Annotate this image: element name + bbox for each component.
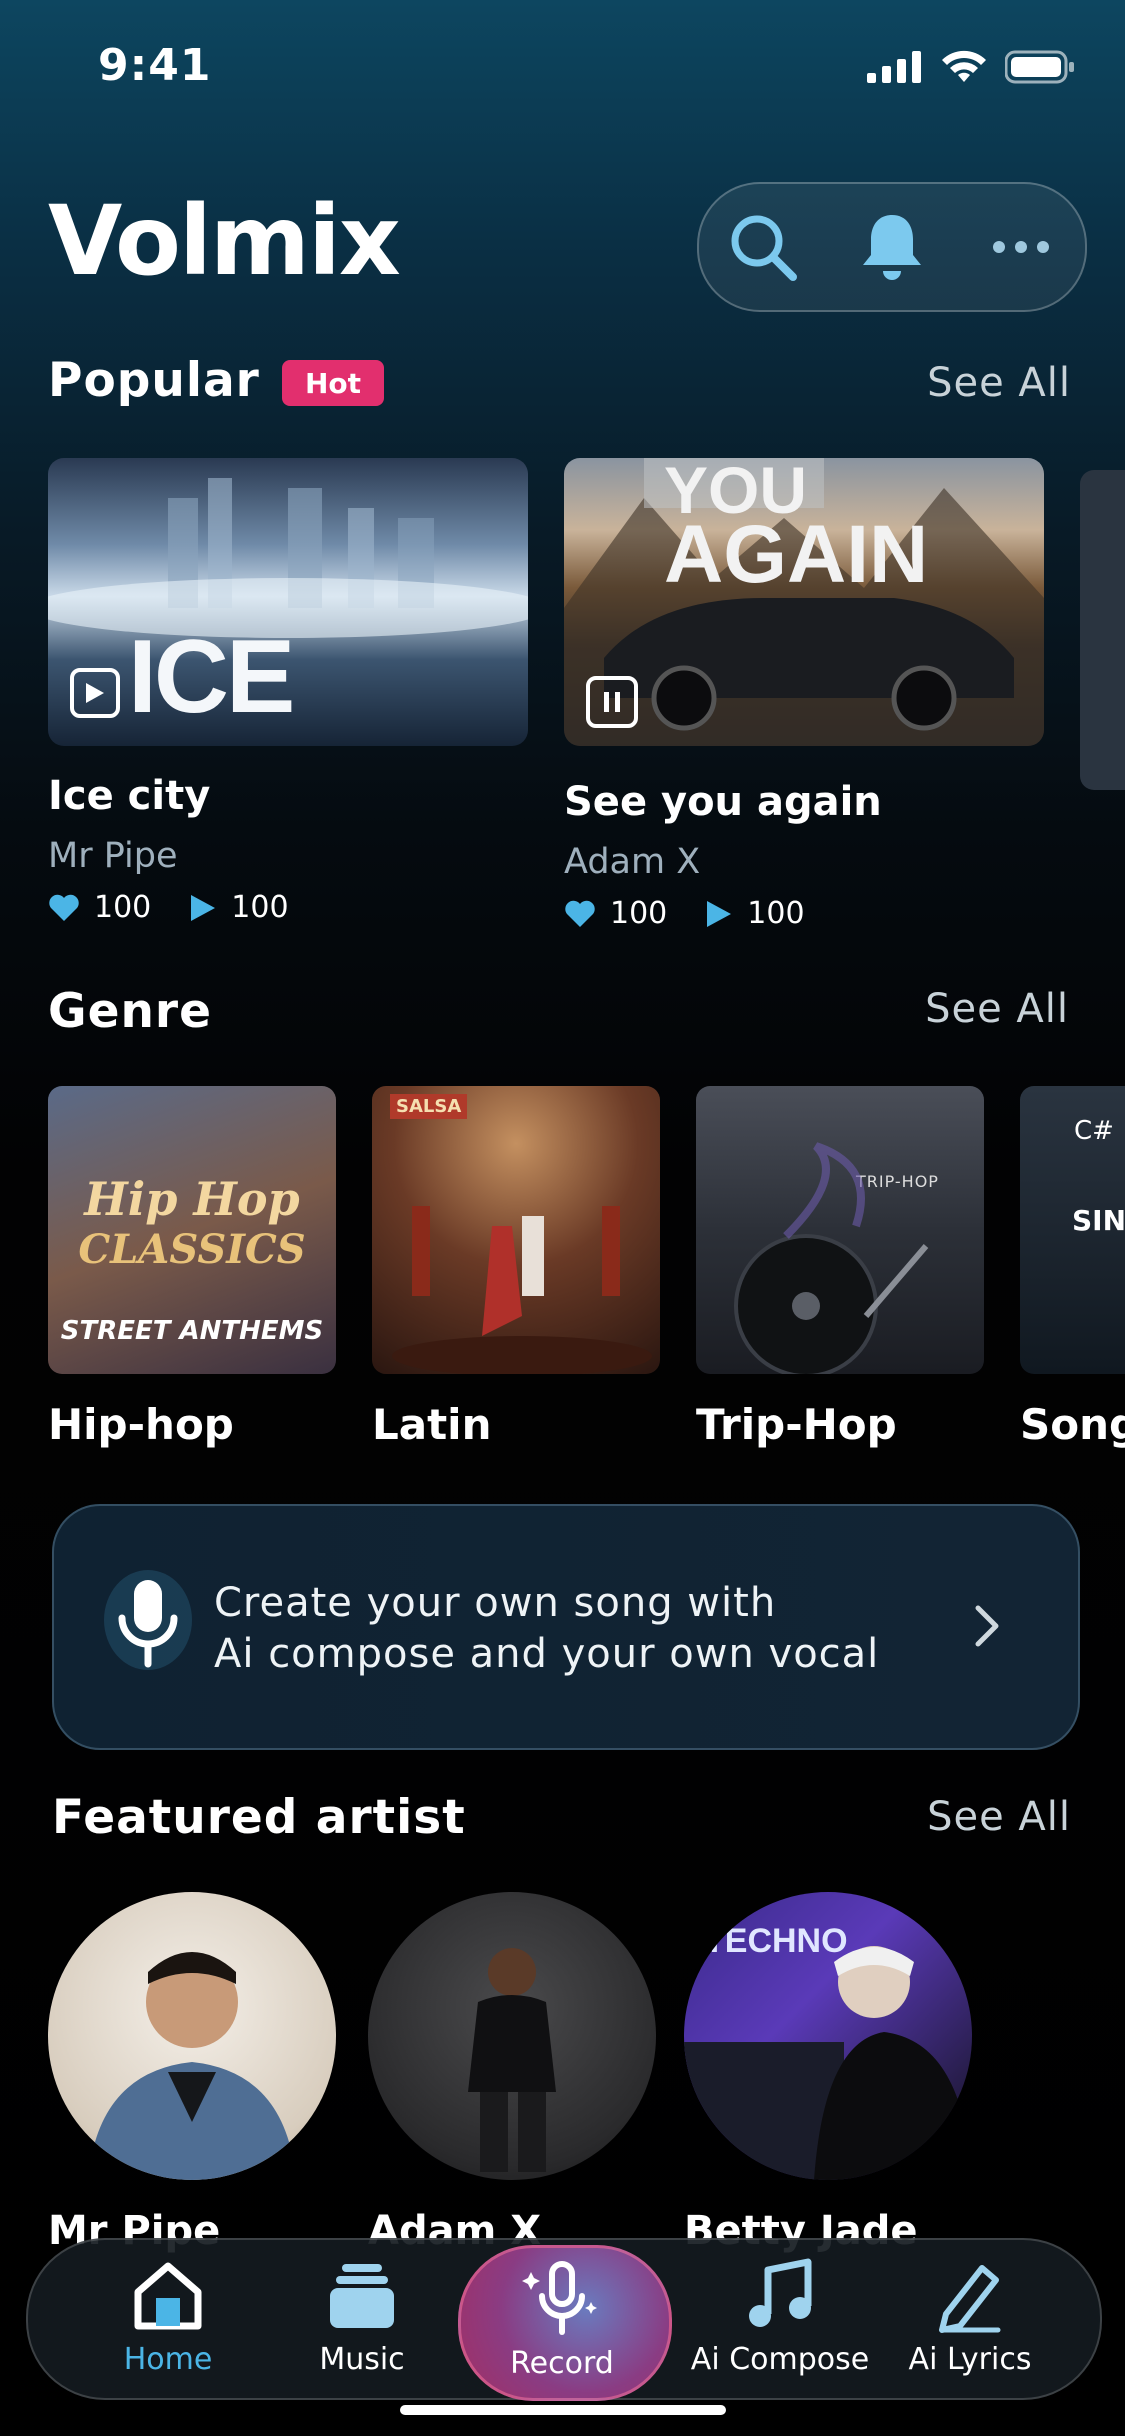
artist-portrait xyxy=(88,1952,296,2180)
wifi-icon xyxy=(942,50,986,82)
genre-hip-hop-cover[interactable]: Hip Hop CLASSICS STREET ANTHEMS xyxy=(48,1086,336,1374)
status-time: 9:41 xyxy=(98,40,212,91)
artist-avatar-mr-pipe[interactable] xyxy=(48,1892,336,2180)
app-screen: 9:41 Volmix Popular Hot See All ICE Ice … xyxy=(0,0,1125,2436)
bell-icon xyxy=(862,215,921,280)
genre-label: Hip-hop xyxy=(48,1400,234,1449)
song-art-text-1: C# xyxy=(1074,1116,1114,1146)
artist-avatar-adam-x[interactable] xyxy=(368,1892,656,2180)
notifications-button[interactable] xyxy=(847,202,937,292)
hip-hop-art-tag: STREET ANTHEMS xyxy=(60,1316,324,1346)
genre-label: Trip-Hop xyxy=(696,1400,897,1449)
genre-label: Latin xyxy=(372,1400,492,1449)
tab-label: Music xyxy=(319,2342,405,2377)
more-dots-icon xyxy=(992,241,1049,253)
popular-see-all-link[interactable]: See All xyxy=(927,360,1071,406)
card-title: Ice city xyxy=(48,773,211,819)
music-stack-icon xyxy=(330,2264,394,2328)
home-icon xyxy=(134,2262,202,2330)
ice-city-cover-text: ICE CITY xyxy=(128,619,356,746)
music-note-icon xyxy=(749,2258,812,2327)
pen-icon xyxy=(939,2265,1001,2333)
header-actions xyxy=(697,182,1087,312)
banner-text: Create your own song with Ai compose and… xyxy=(214,1578,879,1680)
tab-label: Record xyxy=(510,2346,614,2381)
dancers-art xyxy=(392,1206,652,1374)
hip-hop-art-subtitle: CLASSICS xyxy=(78,1226,306,1273)
play-button[interactable] xyxy=(70,668,120,718)
search-icon xyxy=(731,215,798,281)
pause-button[interactable] xyxy=(586,676,638,728)
card-title: See you again xyxy=(564,779,882,825)
plays-count: 100 xyxy=(747,896,805,931)
plays-icon xyxy=(191,894,216,921)
plays-count: 100 xyxy=(231,890,289,925)
likes-count: 100 xyxy=(94,890,152,925)
genre-see-all-link[interactable]: See All xyxy=(925,986,1069,1032)
home-indicator xyxy=(400,2405,726,2415)
tab-label: Ai Compose xyxy=(690,2342,870,2377)
tab-label: Ai Lyrics xyxy=(908,2342,1032,2377)
tab-record-content[interactable]: Record xyxy=(488,2258,636,2388)
ice-city-cover: ICE CITY xyxy=(48,458,528,746)
tab-home[interactable]: Home xyxy=(110,2258,226,2388)
status-icons xyxy=(867,50,1075,84)
tab-ai-compose[interactable]: Ai Compose xyxy=(690,2258,870,2388)
popular-card-peek[interactable] xyxy=(1080,470,1125,790)
tab-ai-lyrics[interactable]: Ai Lyrics xyxy=(900,2258,1040,2388)
tab-music[interactable]: Music xyxy=(300,2258,424,2388)
cellular-signal-icon xyxy=(867,51,921,83)
card-artist: Adam X xyxy=(564,842,701,882)
chevron-right-icon xyxy=(975,1605,999,1647)
heart-icon xyxy=(49,894,79,921)
hip-hop-art-title: Hip Hop xyxy=(84,1172,300,1226)
genre-trip-hop-cover[interactable]: TRIP-HOP xyxy=(696,1086,984,1374)
more-button[interactable] xyxy=(976,202,1066,292)
tab-label: Home xyxy=(123,2342,213,2377)
genre-song-cover[interactable]: C# SIN xyxy=(1020,1086,1125,1374)
see-you-again-cover: YOU AGAIN xyxy=(564,458,1044,746)
microphone-icon xyxy=(522,2261,597,2335)
hot-badge: Hot xyxy=(282,360,384,406)
genre-latin-cover[interactable]: SALSA xyxy=(372,1086,660,1374)
search-button[interactable] xyxy=(718,202,808,292)
banner-line-2: Ai compose and your own vocal xyxy=(214,1631,880,1677)
heart-icon xyxy=(565,900,595,927)
likes-count: 100 xyxy=(610,896,668,931)
card-artist: Mr Pipe xyxy=(48,836,178,876)
microphone-icon xyxy=(104,1570,192,1670)
artist-portrait xyxy=(684,1946,972,2180)
card-stats: 100 100 xyxy=(564,896,829,931)
app-title: Volmix xyxy=(48,185,401,297)
battery-icon xyxy=(1005,50,1074,84)
artist-avatar-betty-jade[interactable]: TECHNO xyxy=(684,1892,972,2180)
featured-see-all-link[interactable]: See All xyxy=(927,1794,1071,1840)
popular-title: Popular xyxy=(48,353,260,408)
play-icon xyxy=(86,683,104,703)
featured-artist-title: Featured artist xyxy=(52,1790,466,1845)
banner-line-1: Create your own song with xyxy=(214,1580,777,1626)
pause-icon xyxy=(604,692,620,712)
cover-text-again: AGAIN xyxy=(664,509,929,600)
genre-label: Song xyxy=(1020,1400,1125,1449)
card-stats: 100 100 xyxy=(48,890,313,925)
status-bar: 9:41 xyxy=(0,0,1125,140)
song-art-text-2: SIN xyxy=(1072,1204,1125,1237)
genre-title: Genre xyxy=(48,984,212,1039)
artist-portrait xyxy=(468,1948,556,2172)
turntable-art xyxy=(734,1142,929,1374)
plays-icon xyxy=(707,900,732,927)
